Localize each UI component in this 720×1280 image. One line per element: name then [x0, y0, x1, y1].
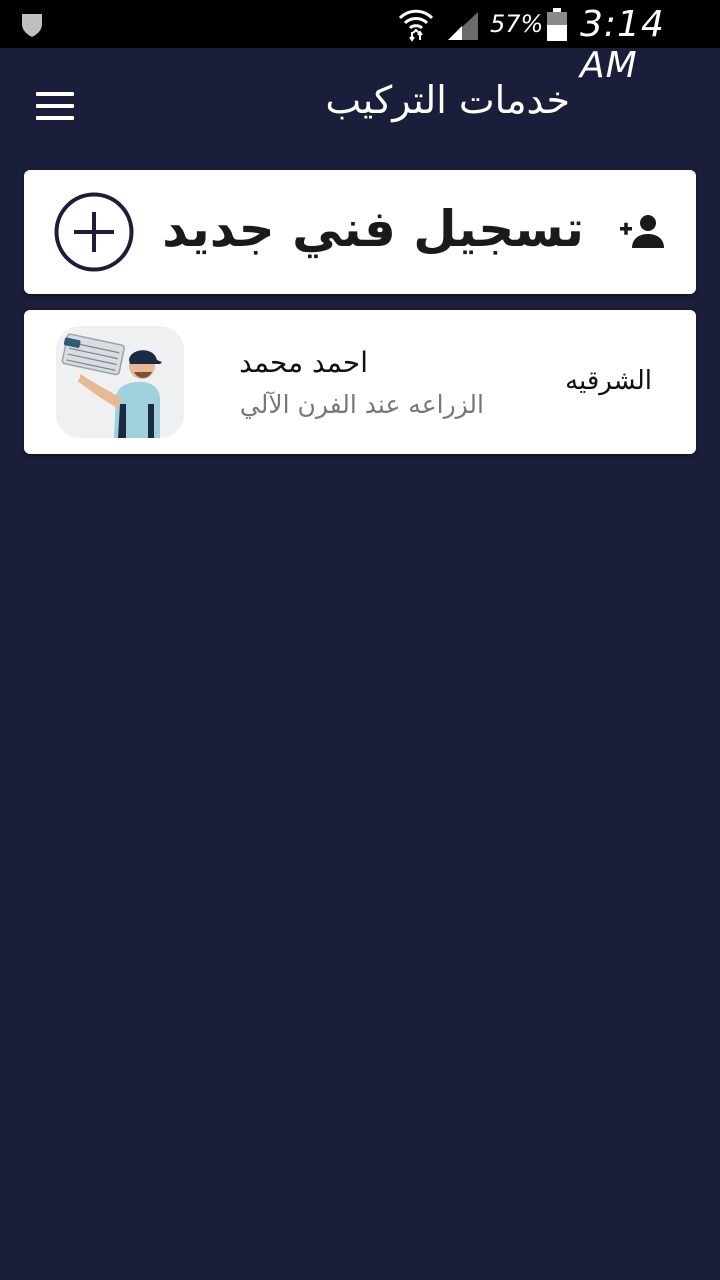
page-title: خدمات التركيب: [325, 78, 570, 122]
battery-icon: [547, 8, 567, 41]
register-technician-button[interactable]: تسجيل فني جديد: [24, 170, 696, 294]
technician-region: الشرقيه: [565, 366, 652, 396]
hamburger-menu-icon[interactable]: [36, 92, 74, 120]
add-person-icon: [620, 215, 664, 248]
technician-list-item[interactable]: الشرقيه احمد محمد الزراعه عند الفرن الآل…: [24, 310, 696, 454]
status-bar: 57% 3:14 AM: [0, 0, 720, 86]
wifi-icon: [398, 9, 434, 42]
register-technician-label: تسجيل فني جديد: [162, 200, 584, 258]
shield-icon: [22, 14, 42, 37]
battery-percent: 57%: [490, 10, 544, 38]
signal-icon: [448, 12, 478, 40]
technician-address: الزراعه عند الفرن الآلي: [239, 390, 484, 419]
app-bar: خدمات التركيب: [0, 48, 720, 164]
plus-circle-icon[interactable]: [54, 192, 134, 272]
technician-name: احمد محمد: [239, 346, 368, 379]
technician-photo: [56, 326, 184, 438]
technician-avatar: [56, 326, 184, 438]
